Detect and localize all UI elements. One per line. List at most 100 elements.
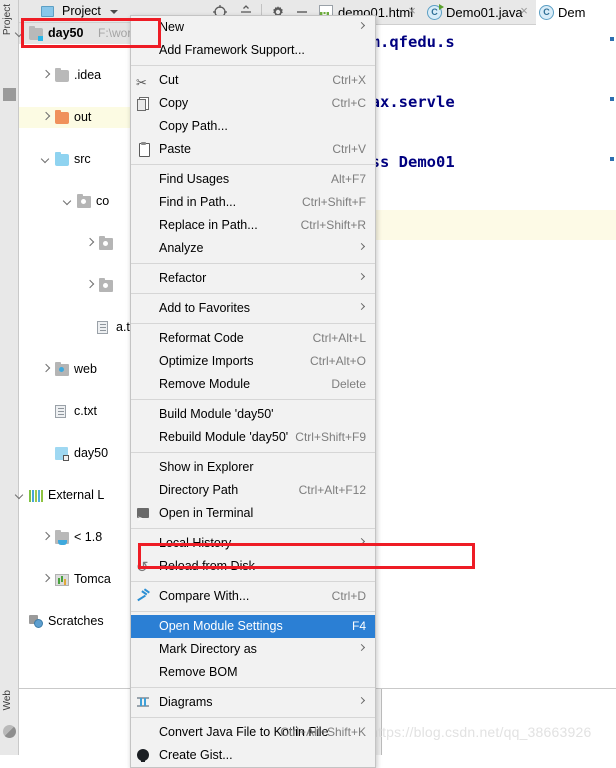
menu-item-remove-bom[interactable]: Remove BOM	[131, 661, 375, 684]
menu-separator	[131, 323, 375, 324]
menu-item-analyze[interactable]: Analyze	[131, 237, 375, 260]
menu-item-new[interactable]: New	[131, 16, 375, 39]
menu-item-label: Rebuild Module 'day50'	[159, 430, 289, 444]
menu-item-label: Open Module Settings	[159, 619, 283, 633]
chevron-right-icon[interactable]	[42, 71, 51, 80]
chevron-right-icon[interactable]	[42, 113, 51, 122]
menu-item-shortcut: Ctrl+Shift+R	[300, 218, 366, 232]
chevron-right-icon[interactable]	[42, 533, 51, 542]
compare-icon	[136, 589, 151, 604]
menu-item-shortcut: F4	[351, 619, 366, 633]
menu-item-label: Create Gist...	[159, 748, 233, 762]
menu-item-label: Copy	[159, 96, 189, 110]
menu-item-shortcut: Ctrl+Shift+F9	[295, 430, 366, 444]
tool-window-button-web[interactable]: Web	[2, 690, 13, 710]
menu-separator	[131, 611, 375, 612]
menu-item-create-gist[interactable]: Create Gist...	[131, 744, 375, 767]
context-menu[interactable]: New Add Framework Support... Cut Ctrl+X Copy…	[130, 15, 376, 768]
web-dir-icon	[55, 362, 69, 376]
file-icon	[55, 405, 66, 418]
menu-item-add-framework-support[interactable]: Add Framework Support...	[131, 39, 375, 62]
close-icon[interactable]: ×	[518, 4, 530, 17]
editor-tab-demo-active[interactable]: C Dem	[536, 0, 616, 25]
tomcat-icon	[55, 574, 69, 586]
menu-item-label: Directory Path	[159, 483, 239, 497]
tree-row-label: Tomca	[74, 572, 111, 586]
chevron-right-icon[interactable]	[42, 365, 51, 374]
chevron-right-icon	[359, 698, 365, 704]
chevron-right-icon[interactable]	[86, 239, 95, 248]
file-icon	[97, 321, 108, 334]
menu-item-find-usages[interactable]: Find Usages Alt+F7	[131, 168, 375, 191]
menu-separator	[131, 717, 375, 718]
menu-item-label: Mark Directory as	[159, 642, 257, 656]
menu-separator	[131, 452, 375, 453]
menu-item-label: Show in Explorer	[159, 460, 254, 474]
menu-item-label: Remove Module	[159, 377, 251, 391]
menu-item-label: Local History	[159, 536, 232, 550]
tree-row-label: day50	[74, 446, 109, 460]
menu-item-open-module-settings[interactable]: Open Module Settings F4	[131, 615, 375, 638]
scratches-icon	[29, 615, 43, 628]
menu-item-shortcut: Ctrl+C	[331, 96, 366, 110]
menu-item-directory-path[interactable]: Directory Path Ctrl+Alt+F12	[131, 479, 375, 502]
menu-item-reformat-code[interactable]: Reformat Code Ctrl+Alt+L	[131, 327, 375, 350]
chevron-right-icon[interactable]	[42, 575, 51, 584]
folder-icon	[55, 68, 69, 82]
menu-item-shortcut: Ctrl+Alt+Shift+K	[280, 725, 366, 739]
menu-item-mark-directory-as[interactable]: Mark Directory as	[131, 638, 375, 661]
menu-item-build-module-day50[interactable]: Build Module 'day50'	[131, 403, 375, 426]
menu-item-show-in-explorer[interactable]: Show in Explorer	[131, 456, 375, 479]
menu-item-optimize-imports[interactable]: Optimize Imports Ctrl+Alt+O	[131, 350, 375, 373]
menu-item-shortcut: Alt+F7	[330, 172, 366, 186]
paste-icon	[136, 142, 151, 157]
menu-item-shortcut: Ctrl+Alt+L	[312, 331, 366, 345]
menu-item-open-in-terminal[interactable]: Open in Terminal	[131, 502, 375, 530]
menu-item-shortcut: Ctrl+Shift+F	[301, 195, 366, 209]
menu-separator	[131, 581, 375, 582]
chevron-right-icon[interactable]	[86, 281, 95, 290]
menu-item-shortcut: Ctrl+Alt+O	[309, 354, 366, 368]
menu-item-add-to-favorites[interactable]: Add to Favorites	[131, 297, 375, 320]
tool-window-button-project[interactable]: Project	[2, 4, 13, 35]
chevron-down-icon[interactable]	[16, 491, 25, 500]
chevron-down-icon[interactable]	[42, 155, 51, 164]
menu-item-remove-module[interactable]: Remove Module Delete	[131, 373, 375, 396]
menu-item-label: Open in Terminal	[159, 506, 254, 520]
menu-item-refactor[interactable]: Refactor	[131, 267, 375, 290]
editor-tab-demo01-java[interactable]: C Demo01.java ×	[424, 0, 536, 25]
menu-item-diagrams[interactable]: Diagrams	[131, 691, 375, 714]
menu-item-copy-path[interactable]: Copy Path...	[131, 115, 375, 138]
menu-item-local-history[interactable]: Local History	[131, 532, 375, 555]
tree-row-label: Scratches	[48, 614, 104, 628]
chevron-right-icon	[359, 304, 365, 310]
left-tool-strip: Project Web	[0, 0, 19, 755]
chevron-down-icon[interactable]	[16, 29, 25, 38]
chevron-right-icon	[359, 539, 365, 545]
tree-row-label: src	[74, 152, 91, 166]
menu-item-rebuild-module-day50[interactable]: Rebuild Module 'day50' Ctrl+Shift+F9	[131, 426, 375, 449]
menu-item-convert-java-file-to-kotlin-file[interactable]: Convert Java File to Kotlin File Ctrl+Alt…	[131, 721, 375, 744]
web-icon[interactable]	[3, 725, 16, 738]
menu-item-replace-in-path[interactable]: Replace in Path... Ctrl+Shift+R	[131, 214, 375, 237]
menu-item-paste[interactable]: Paste Ctrl+V	[131, 138, 375, 161]
menu-item-label: Diagrams	[159, 695, 213, 709]
menu-item-cut[interactable]: Cut Ctrl+X	[131, 69, 375, 94]
menu-item-reload-from-disk[interactable]: Reload from Disk	[131, 555, 375, 579]
tree-row-label: < 1.8	[74, 530, 103, 544]
menu-item-find-in-path[interactable]: Find in Path... Ctrl+Shift+F	[131, 191, 375, 214]
chevron-down-icon[interactable]	[64, 197, 73, 206]
menu-item-label: Cut	[159, 73, 179, 87]
chevron-down-icon[interactable]	[110, 10, 118, 14]
module-folder-icon	[29, 26, 43, 41]
close-icon[interactable]: ×	[406, 4, 418, 17]
menu-separator	[131, 293, 375, 294]
menu-separator	[131, 65, 375, 66]
structure-icon[interactable]	[3, 88, 16, 101]
menu-item-compare-with[interactable]: Compare With... Ctrl+D	[131, 585, 375, 608]
menu-item-copy[interactable]: Copy Ctrl+C	[131, 92, 375, 115]
folder-blue-icon	[55, 152, 69, 166]
tree-row-label: c.txt	[74, 404, 97, 418]
folder-orange-icon	[55, 110, 69, 124]
menu-item-label: New	[159, 20, 185, 34]
